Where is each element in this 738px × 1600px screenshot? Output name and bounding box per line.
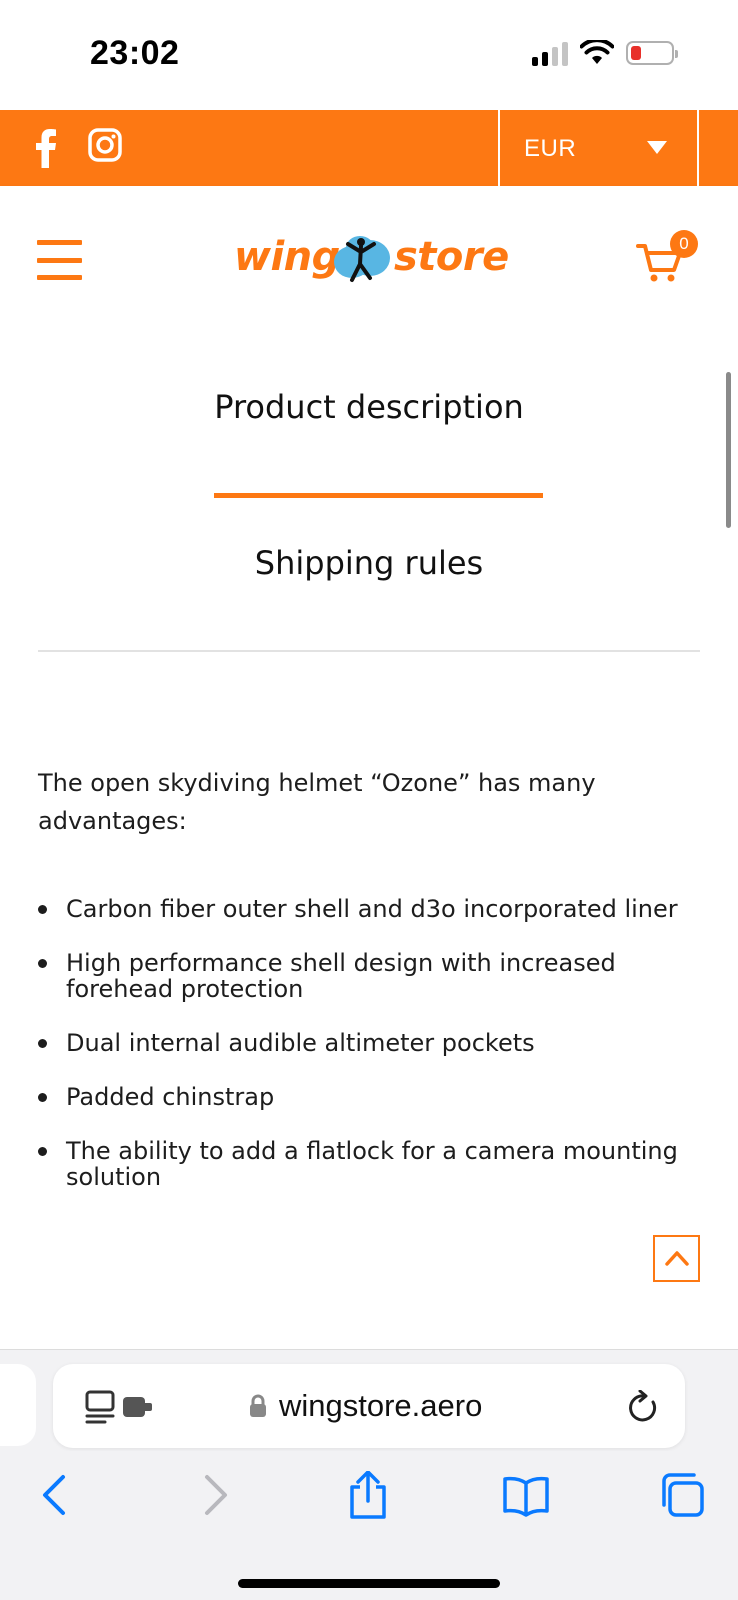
chevron-up-icon [665, 1251, 689, 1266]
skydiver-logo-icon [334, 236, 390, 282]
tab-shipping-rules[interactable]: Shipping rules [0, 544, 738, 582]
top-bar: EUR [0, 110, 738, 186]
currency-select[interactable]: EUR [498, 110, 699, 186]
back-icon[interactable] [32, 1471, 80, 1519]
cellular-signal-icon [532, 40, 568, 66]
tabs-icon[interactable] [658, 1471, 706, 1519]
share-icon[interactable] [344, 1471, 392, 1519]
browser-toolbar [0, 1451, 738, 1600]
list-item: The ability to add a flatlock for a came… [38, 1138, 700, 1190]
logo-text-wing: wing [234, 234, 340, 280]
site-logo[interactable]: wing store [234, 230, 509, 290]
list-item: Padded chinstrap [38, 1084, 700, 1110]
page-menu-icon[interactable] [85, 1390, 155, 1424]
tab-product-description[interactable]: Product description [0, 388, 738, 426]
instagram-icon[interactable] [88, 128, 122, 162]
reload-icon[interactable] [627, 1390, 659, 1424]
home-indicator [238, 1579, 500, 1588]
battery-low-icon [626, 41, 678, 65]
bookmarks-icon[interactable] [502, 1471, 550, 1519]
cart-count-badge: 0 [670, 230, 698, 258]
lock-icon [250, 1394, 266, 1417]
list-item: High performance shell design with incre… [38, 950, 700, 1002]
currency-value: EUR [524, 135, 577, 162]
active-tab-underline [214, 493, 543, 498]
site-header: wing store 0 [0, 186, 738, 336]
chevron-down-icon [647, 141, 667, 154]
product-tabs-content: Product description Shipping rules The o… [0, 336, 738, 1349]
facebook-icon[interactable] [34, 128, 58, 168]
logo-text-store: store [394, 234, 509, 280]
wifi-icon [580, 40, 614, 64]
browser-address-area: wingstore.aero [0, 1349, 738, 1451]
url-text: wingstore.aero [279, 1388, 483, 1423]
list-item: Carbon fiber outer shell and d3o incorpo… [38, 896, 700, 922]
status-bar: 23:02 [0, 0, 738, 110]
menu-icon[interactable] [37, 240, 82, 280]
feature-list: Carbon fiber outer shell and d3o incorpo… [38, 896, 700, 1218]
list-item: Dual internal audible altimeter pockets [38, 1030, 700, 1056]
forward-icon[interactable] [190, 1471, 238, 1519]
address-bar[interactable]: wingstore.aero [53, 1364, 685, 1448]
description-intro: The open skydiving helmet “Ozone” has ma… [38, 769, 596, 835]
tabs-divider [38, 650, 700, 652]
previous-tab-peek[interactable] [0, 1364, 36, 1446]
back-to-top-button[interactable] [653, 1235, 700, 1282]
status-time: 23:02 [90, 34, 180, 72]
status-icons [532, 40, 678, 66]
